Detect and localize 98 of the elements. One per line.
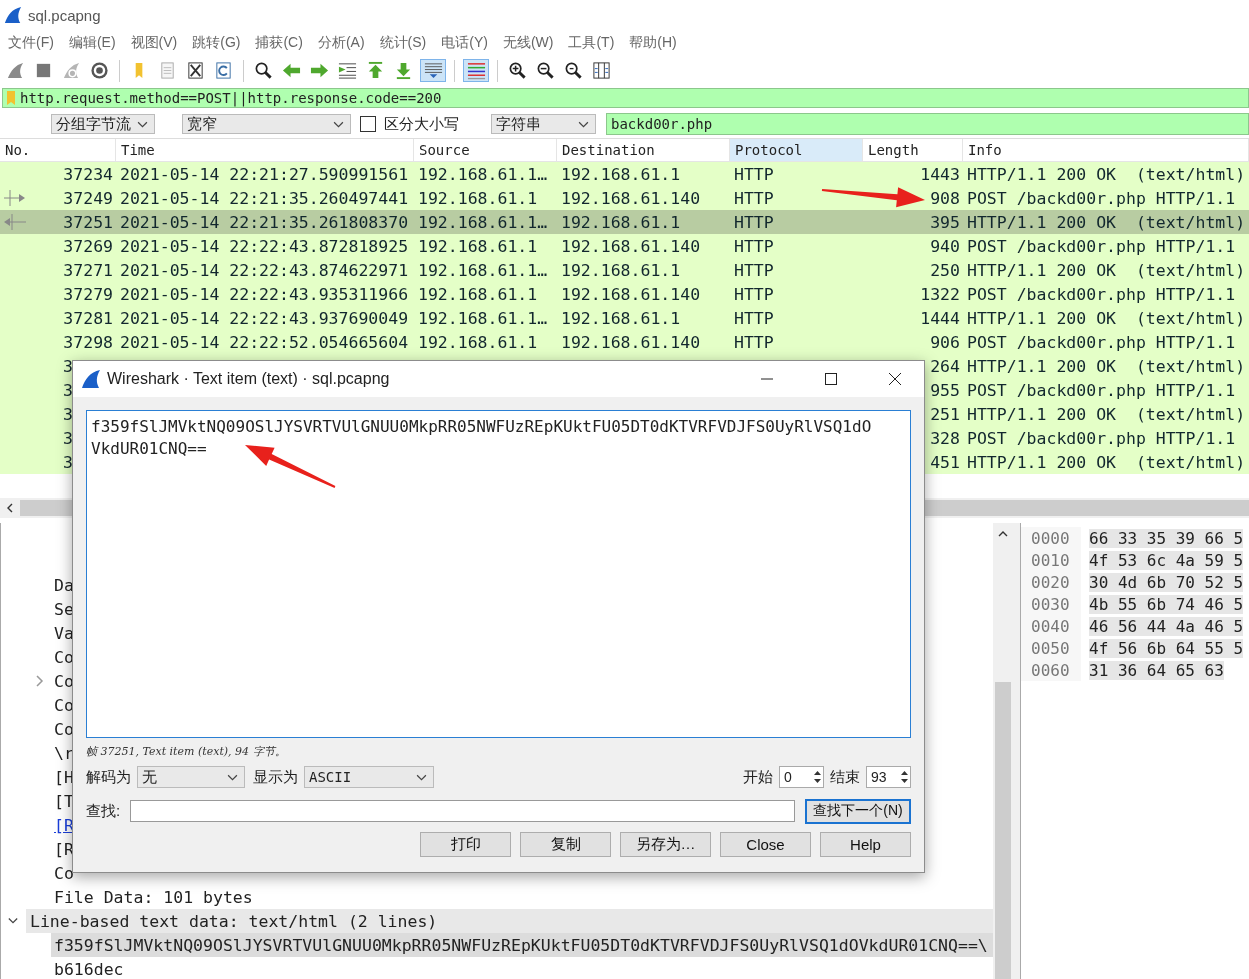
table-cell-text: POST /backd00r.php HTTP/1.1 xyxy=(966,283,1237,306)
field-label: 结束 xyxy=(830,767,860,787)
hex-bytes: 4b 55 6b 74 46 5 xyxy=(1089,594,1244,614)
dialog-title: Wireshark · Text item (text) · sql.pcapng xyxy=(107,370,391,388)
field-label: 显示为 xyxy=(253,767,298,787)
hex-offset: 0020 xyxy=(1021,571,1081,593)
hex-bytes: 4f 53 6c 4a 59 5 xyxy=(1089,550,1244,570)
table-cell-text: 192.168.61.1… xyxy=(417,307,549,330)
table-cell-text: 2021-05-14 22:22:43.874622971 xyxy=(119,259,410,282)
table-cell-text: 192.168.61.140 xyxy=(560,283,702,306)
table-cell-text: 1322 xyxy=(920,283,961,306)
hex-offset: 0050 xyxy=(1021,637,1081,659)
table-cell-text: 192.168.61.1… xyxy=(417,163,549,186)
table-cell-text: HTTP xyxy=(733,235,775,258)
hex-bytes: 30 4d 6b 70 52 5 xyxy=(1089,572,1244,592)
table-cell-text: 37249 xyxy=(63,187,114,210)
table-cell-text: 3 xyxy=(62,379,73,402)
table-cell-text: 192.168.61.1 xyxy=(560,211,682,234)
table-cell-text: POST /backd00r.php HTTP/1.1 xyxy=(966,187,1237,210)
table-cell-text: 192.168.61.1 xyxy=(417,235,539,258)
table-cell-text: 192.168.61.140 xyxy=(560,235,702,258)
table-cell-text: 908 xyxy=(930,187,961,210)
table-cell-text: 3 xyxy=(62,403,73,426)
table-cell-text: 37234 xyxy=(63,163,114,186)
tree-item: \r xyxy=(54,743,74,763)
table-cell-text: 264 xyxy=(930,355,961,378)
table-cell-text: HTTP/1.1 200 OK (text/html) xyxy=(966,355,1247,378)
hex-bytes: 66 33 35 39 66 5 xyxy=(1089,528,1244,548)
table-cell-text: HTTP xyxy=(733,259,775,282)
table-cell-text: 955 xyxy=(930,379,961,402)
table-cell-text: 2021-05-14 22:21:35.261808370 xyxy=(119,211,410,234)
field-label: 查找: xyxy=(86,801,121,821)
table-cell-text: HTTP/1.1 200 OK (text/html) xyxy=(966,259,1247,282)
tree-item: Co xyxy=(54,863,74,883)
table-cell-text: 192.168.61.1 xyxy=(417,283,539,306)
table-cell-text: 192.168.61.1 xyxy=(560,259,682,282)
table-cell-text: 251 xyxy=(930,403,961,426)
table-cell-text: 2021-05-14 22:22:52.054665604 xyxy=(119,331,410,354)
table-cell-text: 37298 xyxy=(63,331,114,354)
table-cell-text: HTTP/1.1 200 OK (text/html) xyxy=(966,163,1247,186)
table-cell-text: POST /backd00r.php HTTP/1.1 xyxy=(966,331,1237,354)
table-cell-text: 37281 xyxy=(63,307,114,330)
table-cell-text: 37271 xyxy=(63,259,114,282)
table-cell-text: 2021-05-14 22:22:43.872818925 xyxy=(119,235,410,258)
table-cell-text: 192.168.61.1… xyxy=(417,259,549,282)
table-cell-text: 192.168.61.1… xyxy=(417,211,549,234)
table-cell-text: HTTP xyxy=(733,307,775,330)
table-cell-text: 395 xyxy=(930,211,961,234)
table-cell-text: POST /backd00r.php HTTP/1.1 xyxy=(966,427,1237,450)
table-cell-text: 940 xyxy=(930,235,961,258)
table-cell-text: 192.168.61.1 xyxy=(560,163,682,186)
field-label: 解码为 xyxy=(86,767,131,787)
table-cell-text: 192.168.61.1 xyxy=(417,187,539,210)
table-cell-text: 3 xyxy=(62,355,73,378)
hex-offset: 0060 xyxy=(1021,659,1081,681)
tree-item: File Data: 101 bytes xyxy=(54,887,253,907)
status-text: 帧 37251, Text item (text), 94 字节。 xyxy=(86,743,286,759)
table-cell-text: 2021-05-14 22:22:43.935311966 xyxy=(119,283,410,306)
table-cell-text: HTTP xyxy=(733,163,775,186)
table-cell-text: 328 xyxy=(930,427,961,450)
checkbox-label: 区分大小写 xyxy=(384,114,459,134)
table-cell-text: 1443 xyxy=(920,163,961,186)
hex-offset: 0000 xyxy=(1021,527,1081,549)
table-cell-text: 1444 xyxy=(920,307,961,330)
table-cell-text: HTTP xyxy=(733,283,775,306)
table-cell-text: 906 xyxy=(930,331,961,354)
table-cell-text: HTTP xyxy=(733,187,775,210)
table-cell-text: HTTP/1.1 200 OK (text/html) xyxy=(966,307,1247,330)
table-cell-text: HTTP xyxy=(733,211,775,234)
table-cell-text: 37269 xyxy=(63,235,114,258)
hex-bytes: 31 36 64 65 63 xyxy=(1089,660,1224,680)
table-cell-text: 192.168.61.1 xyxy=(417,331,539,354)
table-cell-text: 37279 xyxy=(63,283,114,306)
table-cell-text: 2021-05-14 22:22:43.937690049 xyxy=(119,307,410,330)
table-cell-text: 192.168.61.1 xyxy=(560,307,682,330)
table-cell-text: 192.168.61.140 xyxy=(560,187,702,210)
table-cell-text: HTTP/1.1 200 OK (text/html) xyxy=(966,403,1247,426)
table-cell-text: 37251 xyxy=(63,211,114,234)
hex-offset: 0030 xyxy=(1021,593,1081,615)
table-cell-text: POST /backd00r.php HTTP/1.1 xyxy=(966,379,1237,402)
table-cell-text: 250 xyxy=(930,259,961,282)
table-cell-text: 3 xyxy=(62,427,73,450)
hex-offset: 0010 xyxy=(1021,549,1081,571)
table-cell-text: HTTP/1.1 200 OK (text/html) xyxy=(966,211,1247,234)
table-cell-text: 2021-05-14 22:21:35.260497441 xyxy=(119,187,410,210)
table-cell-text: 3 xyxy=(62,451,73,474)
hex-bytes: 46 56 44 4a 46 5 xyxy=(1089,616,1244,636)
hex-bytes: 4f 56 6b 64 55 5 xyxy=(1089,638,1244,658)
table-cell-text: 451 xyxy=(930,451,961,474)
table-cell-text: HTTP xyxy=(733,331,775,354)
table-cell-text: 2021-05-14 22:21:27.590991561 xyxy=(119,163,410,186)
table-cell-text: HTTP/1.1 200 OK (text/html) xyxy=(966,451,1247,474)
tree-item: [T xyxy=(54,791,74,811)
table-cell-text: POST /backd00r.php HTTP/1.1 xyxy=(966,235,1237,258)
table-cell-text: 192.168.61.140 xyxy=(560,331,702,354)
hex-offset: 0040 xyxy=(1021,615,1081,637)
window-title: sql.pcapng xyxy=(28,6,101,24)
field-label: 开始 xyxy=(743,767,773,787)
